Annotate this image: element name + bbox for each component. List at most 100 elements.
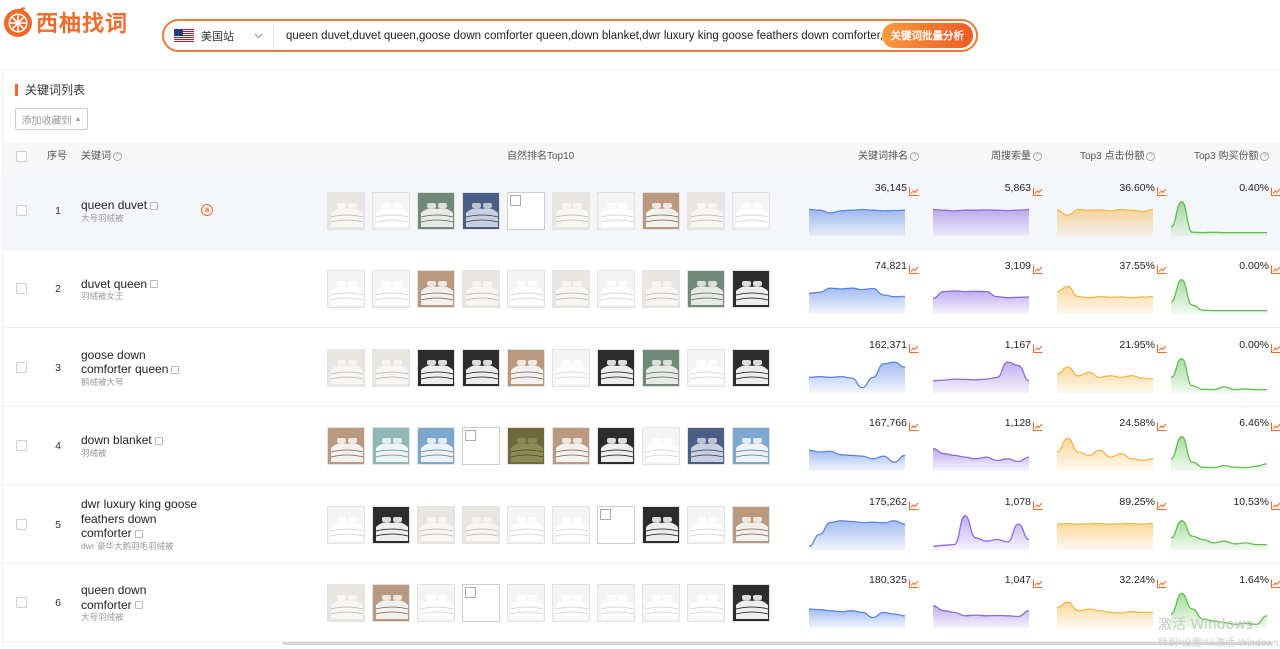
copy-icon[interactable]: [150, 280, 159, 289]
row-checkbox[interactable]: [16, 597, 27, 608]
table-row[interactable]: 2 duvet queen 羽绒被女王 74,821 3,109 37.55% 0.00%: [3, 250, 1280, 329]
keyword-text[interactable]: comforter: [81, 598, 216, 613]
product-thumbnail[interactable]: [552, 505, 590, 544]
amazon-icon[interactable]: a: [201, 204, 213, 216]
product-thumbnail[interactable]: [327, 348, 365, 387]
product-thumbnail[interactable]: [417, 270, 455, 309]
product-thumbnail[interactable]: [552, 427, 590, 466]
keyword-text[interactable]: queen duvet: [81, 198, 216, 213]
table-row[interactable]: 5 dwr luxury king goose feathers down comfo…: [3, 486, 1280, 564]
trend-chart-icon[interactable]: [909, 418, 919, 432]
product-thumbnail[interactable]: [642, 505, 680, 544]
product-thumbnail[interactable]: [642, 427, 680, 466]
trend-chart-icon[interactable]: [909, 340, 919, 353]
product-thumbnail[interactable]: [597, 348, 635, 387]
row-checkbox[interactable]: [16, 283, 27, 295]
help-icon[interactable]: ?: [1146, 151, 1156, 161]
trend-chart-icon[interactable]: [1157, 575, 1167, 588]
product-thumbnail[interactable]: [597, 270, 635, 309]
product-thumbnail[interactable]: [642, 348, 680, 387]
keyword-text[interactable]: comforter queen: [81, 362, 216, 377]
product-thumbnail[interactable]: [372, 270, 410, 309]
product-thumbnail[interactable]: [597, 584, 635, 622]
trend-chart-icon[interactable]: [1157, 497, 1167, 510]
trend-chart-icon[interactable]: [1033, 261, 1043, 275]
help-icon[interactable]: ?: [113, 151, 122, 161]
product-thumbnail[interactable]: [552, 348, 590, 387]
trend-chart-icon[interactable]: [909, 497, 919, 510]
product-thumbnail[interactable]: [462, 348, 500, 387]
header-weekly[interactable]: 周搜索量?: [991, 142, 1042, 172]
product-thumbnail[interactable]: [372, 348, 410, 387]
app-logo[interactable]: 西柚找词: [2, 6, 128, 38]
product-thumbnail-placeholder[interactable]: [462, 584, 500, 622]
product-thumbnail[interactable]: [687, 427, 725, 466]
row-checkbox[interactable]: [16, 361, 27, 373]
keyword-text[interactable]: feathers down: [81, 512, 216, 527]
keyword-search-input[interactable]: [274, 29, 882, 42]
product-thumbnail[interactable]: [732, 270, 770, 309]
site-select[interactable]: 美国站: [164, 21, 274, 50]
keyword-text[interactable]: dwr luxury king goose: [81, 497, 216, 512]
product-thumbnail[interactable]: [732, 348, 770, 387]
product-thumbnail[interactable]: [642, 270, 680, 309]
row-checkbox[interactable]: [16, 440, 27, 452]
product-thumbnail[interactable]: [327, 505, 365, 544]
keyword-text[interactable]: down blanket: [81, 433, 216, 448]
trend-chart-icon[interactable]: [1157, 418, 1167, 432]
product-thumbnail[interactable]: [732, 584, 770, 622]
product-thumbnail[interactable]: [552, 270, 590, 309]
product-thumbnail[interactable]: [507, 348, 545, 387]
copy-icon[interactable]: [150, 202, 159, 211]
trend-chart-icon[interactable]: [909, 261, 919, 275]
trend-chart-icon[interactable]: [1271, 340, 1280, 353]
product-thumbnail[interactable]: [552, 584, 590, 622]
trend-chart-icon[interactable]: [1033, 418, 1043, 432]
trend-chart-icon[interactable]: [1157, 261, 1167, 275]
product-thumbnail[interactable]: [597, 192, 635, 230]
product-thumbnail[interactable]: [507, 505, 545, 544]
help-icon[interactable]: ?: [1260, 151, 1270, 161]
trend-chart-icon[interactable]: [1157, 183, 1167, 196]
table-row[interactable]: 6 queen down comforter 大号羽绒被 180,325 1,047 32.…: [3, 564, 1280, 642]
product-thumbnail[interactable]: [507, 584, 545, 622]
product-thumbnail[interactable]: [732, 192, 770, 230]
product-thumbnail[interactable]: [687, 192, 725, 230]
product-thumbnail[interactable]: [732, 427, 770, 466]
copy-icon[interactable]: [134, 601, 143, 610]
product-thumbnail[interactable]: [327, 192, 365, 230]
trend-chart-icon[interactable]: [1271, 575, 1280, 588]
copy-icon[interactable]: [134, 530, 143, 539]
trend-chart-icon[interactable]: [1271, 418, 1280, 432]
copy-icon[interactable]: [171, 366, 180, 375]
header-rank[interactable]: 关键词排名?: [858, 142, 919, 172]
product-thumbnail[interactable]: [417, 192, 455, 230]
product-thumbnail[interactable]: [507, 427, 545, 466]
keyword-text[interactable]: queen down: [81, 583, 216, 598]
product-thumbnail[interactable]: [417, 505, 455, 544]
add-to-favorites-button[interactable]: 添加收藏到 ▲: [15, 108, 88, 130]
keyword-text[interactable]: comforter: [81, 526, 216, 541]
table-row[interactable]: 1 queen duvet 大号羽绒被 a 36,145 5,863 36.60% 0.40%: [3, 172, 1280, 250]
trend-chart-icon[interactable]: [1033, 497, 1043, 510]
trend-chart-icon[interactable]: [1033, 183, 1043, 196]
row-checkbox[interactable]: [16, 205, 27, 216]
product-thumbnail[interactable]: [687, 270, 725, 309]
product-thumbnail[interactable]: [462, 270, 500, 309]
product-thumbnail[interactable]: [327, 584, 365, 622]
trend-chart-icon[interactable]: [909, 575, 919, 588]
product-thumbnail[interactable]: [372, 505, 410, 544]
product-thumbnail[interactable]: [462, 192, 500, 230]
trend-chart-icon[interactable]: [909, 183, 919, 196]
product-thumbnail[interactable]: [417, 584, 455, 622]
product-thumbnail[interactable]: [732, 505, 770, 544]
product-thumbnail-placeholder[interactable]: [462, 427, 500, 466]
trend-chart-icon[interactable]: [1157, 340, 1167, 353]
table-row[interactable]: 3 goose down comforter queen 鹅绒被大号 162,371 1,…: [3, 329, 1280, 407]
copy-icon[interactable]: [154, 437, 163, 446]
product-thumbnail[interactable]: [597, 427, 635, 466]
product-thumbnail[interactable]: [462, 505, 500, 544]
product-thumbnail[interactable]: [417, 427, 455, 466]
product-thumbnail[interactable]: [327, 427, 365, 466]
help-icon[interactable]: ?: [910, 151, 919, 161]
